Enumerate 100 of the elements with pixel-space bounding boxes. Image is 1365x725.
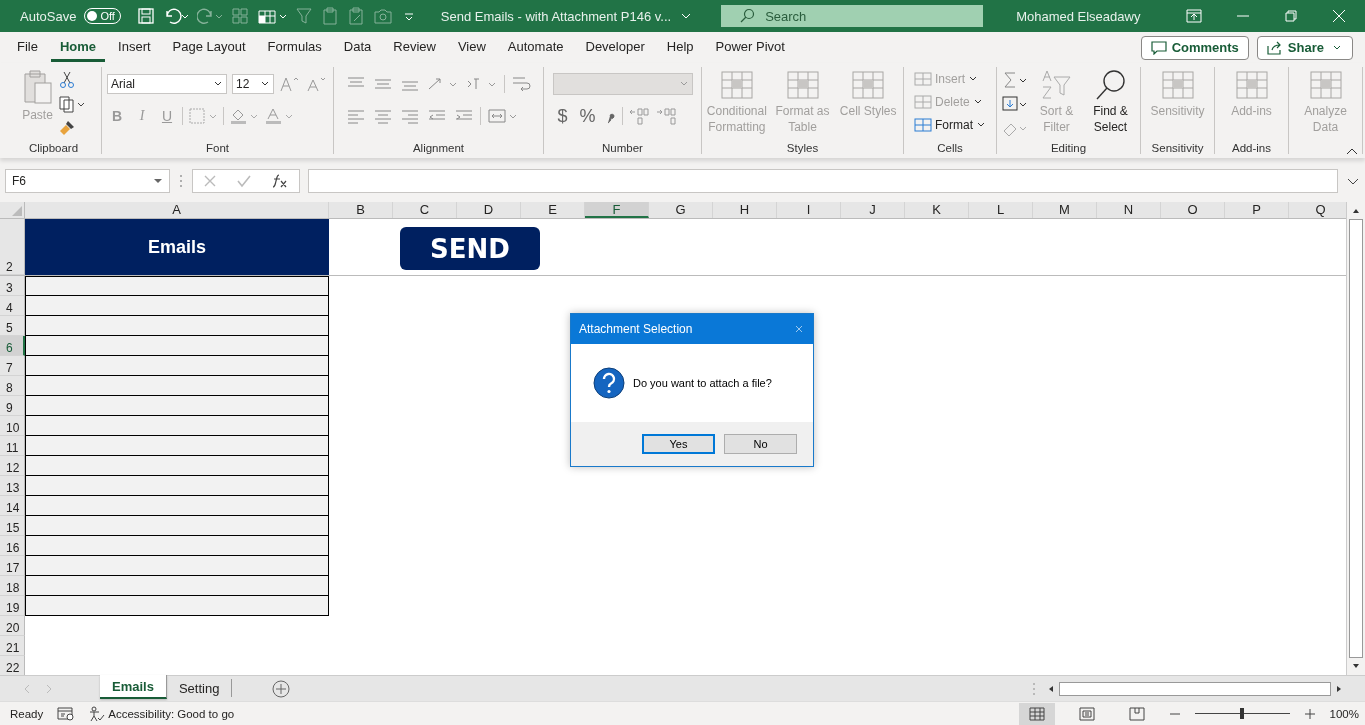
shrink-font-icon[interactable] (306, 75, 328, 93)
dialog-button[interactable]: Yes (642, 434, 715, 454)
row-header[interactable]: 4 (0, 296, 25, 316)
table-cell[interactable] (25, 536, 329, 556)
table-cell[interactable] (25, 376, 329, 396)
number-format-button[interactable]: $ (552, 106, 573, 126)
column-header[interactable]: L (969, 202, 1033, 218)
row-header[interactable]: 15 (0, 516, 25, 536)
row-header[interactable]: 5 (0, 316, 25, 336)
expand-icon[interactable] (1346, 176, 1360, 186)
macro-icon[interactable] (57, 705, 76, 722)
row-header[interactable]: 12 (0, 456, 25, 476)
table-cell[interactable] (25, 416, 329, 436)
row-header[interactable]: 17 (0, 556, 25, 576)
dialog-button[interactable]: No (724, 434, 797, 454)
comments-button[interactable]: Comments (1140, 35, 1249, 60)
ribbon-tab[interactable]: Insert (109, 33, 160, 62)
normal-view-button[interactable] (1018, 702, 1055, 725)
ribbon-tab[interactable]: File (8, 33, 47, 62)
select-all-icon[interactable] (12, 206, 22, 216)
column-header[interactable]: M (1033, 202, 1097, 218)
fill-color-icon[interactable] (229, 107, 259, 125)
scrollbar-thumb[interactable] (1349, 219, 1363, 658)
table-cell[interactable] (25, 516, 329, 536)
copy-icon[interactable] (57, 95, 86, 113)
table-cell[interactable] (25, 296, 329, 316)
ribbon-tab[interactable]: Help (657, 33, 703, 62)
row-header[interactable]: 20 (0, 616, 25, 636)
redo-icon[interactable] (196, 7, 223, 25)
ribbon-tab[interactable]: Formulas (258, 33, 331, 62)
font-size-field[interactable]: 12 (232, 74, 274, 94)
ribbon-tab[interactable]: Data (334, 33, 381, 62)
row-header[interactable]: 18 (0, 576, 25, 596)
ribbon-tab[interactable]: Power Pivot (706, 33, 794, 62)
table-cell[interactable] (25, 356, 329, 376)
filter-icon[interactable] (294, 7, 313, 25)
font-name-field[interactable]: Arial (107, 74, 227, 94)
send-button[interactable]: SEND (400, 227, 540, 270)
row-header[interactable]: 22 (0, 656, 25, 675)
table-cell[interactable] (25, 276, 329, 296)
collapse-ribbon-icon[interactable] (1345, 146, 1359, 156)
drag-handle-icon[interactable] (1031, 680, 1037, 697)
table-cell[interactable] (25, 316, 329, 336)
restore-icon[interactable] (1284, 9, 1299, 23)
font-color-icon[interactable] (264, 107, 294, 125)
column-header[interactable]: K (905, 202, 969, 218)
row-header[interactable]: 9 (0, 396, 25, 416)
share-button[interactable]: Share (1256, 35, 1353, 60)
align-icon[interactable] (345, 107, 367, 125)
sum-icon[interactable] (1001, 71, 1028, 89)
table-cell[interactable] (25, 396, 329, 416)
grid-icon[interactable] (230, 7, 249, 25)
align-icon[interactable] (372, 107, 394, 125)
align-icon[interactable] (399, 107, 421, 125)
clipboard-icon[interactable] (320, 7, 339, 25)
row-header[interactable]: 7 (0, 356, 25, 376)
ribbon-tab[interactable]: Developer (576, 33, 654, 62)
number-format-button[interactable]: % (577, 106, 598, 126)
ribbon-tab[interactable]: Review (384, 33, 445, 62)
table-cell[interactable] (25, 456, 329, 476)
name-box[interactable]: F6 (5, 169, 170, 193)
table-icon[interactable] (256, 7, 287, 25)
clipboard-icon[interactable] (346, 7, 365, 25)
zoom-in-icon[interactable] (1303, 707, 1316, 720)
fill-icon[interactable] (1001, 95, 1028, 113)
close-icon[interactable] (795, 325, 803, 333)
row-header[interactable]: 14 (0, 496, 25, 516)
number-format-field[interactable] (552, 73, 693, 95)
column-header[interactable]: I (777, 202, 841, 218)
ribbon-tab[interactable]: Page Layout (163, 33, 255, 62)
zoom-level[interactable]: 100% (1329, 707, 1359, 720)
increase-decimal-icon[interactable] (627, 107, 650, 125)
table-cell[interactable] (25, 496, 329, 516)
column-header[interactable]: N (1097, 202, 1161, 218)
column-header[interactable]: J (841, 202, 905, 218)
ribbon-tab[interactable]: View (448, 33, 495, 62)
check-icon[interactable] (236, 174, 252, 188)
row-header[interactable]: 16 (0, 536, 25, 556)
row-header[interactable]: 10 (0, 416, 25, 436)
row-header[interactable]: 19 (0, 596, 25, 616)
wrap-text-icon[interactable] (510, 75, 532, 93)
column-header[interactable]: A (25, 202, 329, 218)
table-cell[interactable] (25, 556, 329, 576)
formula-input[interactable] (308, 169, 1338, 193)
row-header[interactable]: 11 (0, 436, 25, 456)
decrease-decimal-icon[interactable] (654, 107, 677, 125)
search-field[interactable]: Search (721, 5, 984, 27)
column-header[interactable]: C (393, 202, 457, 218)
save-icon[interactable] (136, 7, 155, 25)
accessibility-status[interactable]: Accessibility: Good to go (108, 707, 235, 720)
drag-handle-icon[interactable] (178, 173, 184, 189)
row-header[interactable]: 2 (0, 219, 25, 275)
camera-icon[interactable] (372, 7, 393, 25)
add-sheet-icon[interactable] (272, 679, 291, 698)
table-cell[interactable] (25, 476, 329, 496)
grow-font-icon[interactable] (279, 75, 301, 93)
ribbon-button[interactable]: Find & Select (1085, 69, 1136, 135)
table-cell[interactable] (25, 436, 329, 456)
row-header[interactable]: 8 (0, 376, 25, 396)
ribbon-display-icon[interactable] (1186, 9, 1203, 23)
